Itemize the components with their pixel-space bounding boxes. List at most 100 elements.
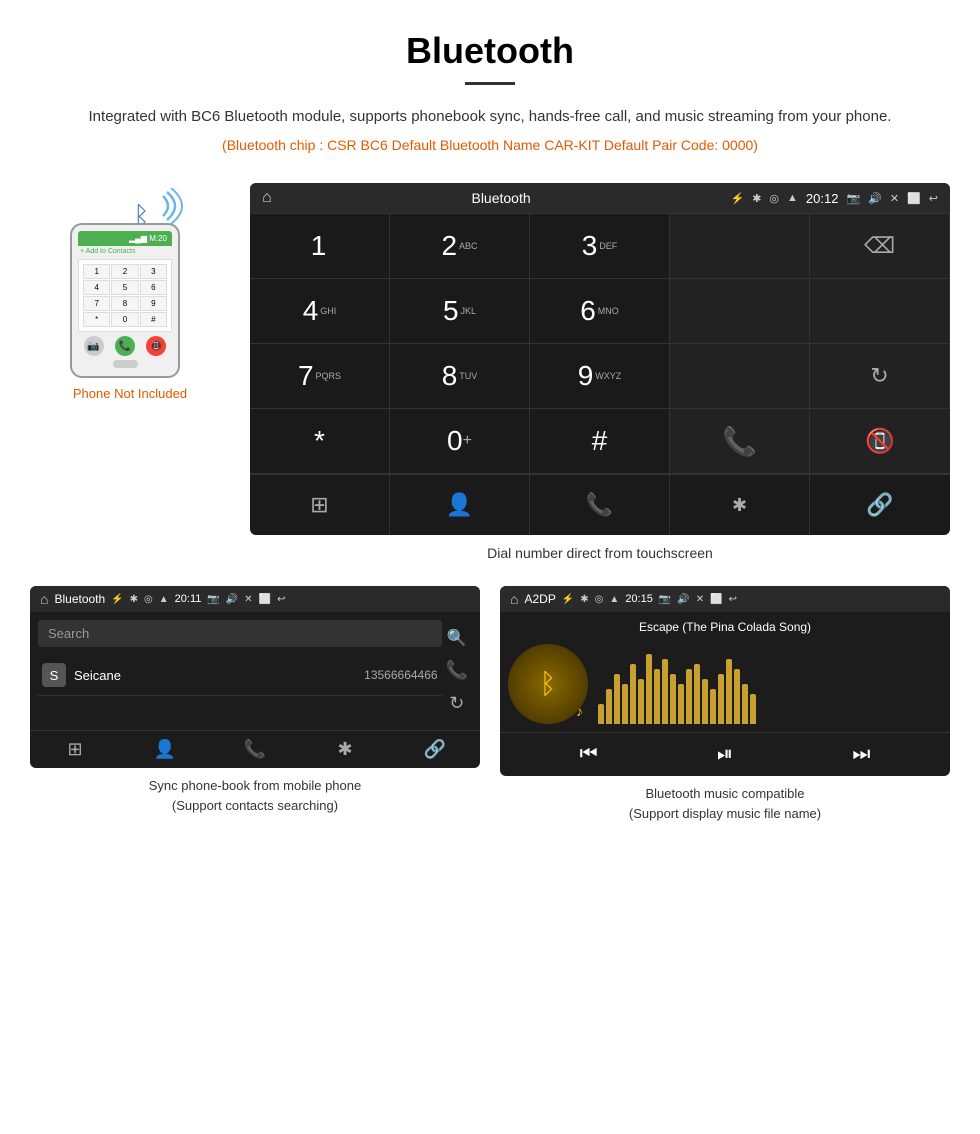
pb-bt-bottom-btn[interactable]: ✱ xyxy=(300,739,390,760)
music-time: 20:15 xyxy=(625,593,653,605)
phone-camera-btn[interactable]: 📷 xyxy=(84,336,104,356)
music-win-icon[interactable]: ⬜ xyxy=(710,594,722,605)
dial-key-3[interactable]: 3DEF xyxy=(530,214,670,279)
dial-key-8[interactable]: 8TUV xyxy=(390,344,530,409)
dial-key-2[interactable]: 2ABC xyxy=(390,214,530,279)
phone-call-btn[interactable]: 📞 xyxy=(115,336,135,356)
phone-key-0[interactable]: 0 xyxy=(111,312,138,327)
dial-contacts-btn[interactable]: 👤 xyxy=(390,475,530,535)
dial-key-0[interactable]: 0+ xyxy=(390,409,530,474)
phonebook-panel: ⌂ Bluetooth ⚡ ✱ ◎ ▲ 20:11 📷 🔊 ✕ ⬜ ↩ Sear… xyxy=(30,586,480,823)
dial-grid-btn[interactable]: ⊞ xyxy=(250,475,390,535)
phone-key-hash[interactable]: # xyxy=(140,312,167,327)
pb-x-icon[interactable]: ✕ xyxy=(244,594,252,605)
back-icon[interactable]: ↩ xyxy=(929,192,938,205)
visualizer-bar xyxy=(710,689,716,724)
dial-time: 20:12 xyxy=(806,191,839,206)
phone-signal: ▂▄▆ xyxy=(129,234,149,243)
pb-home-icon[interactable]: ⌂ xyxy=(40,591,48,607)
music-content: Escape (The Pina Colada Song) ᛒ ♪ xyxy=(500,612,950,732)
pb-grid-btn[interactable]: ⊞ xyxy=(30,739,120,760)
dial-key-4[interactable]: 4GHI xyxy=(250,279,390,344)
pb-phone-btn[interactable]: 📞 xyxy=(210,739,300,760)
dial-refresh-btn[interactable]: ↻ xyxy=(810,344,950,409)
dial-key-5[interactable]: 5JKL xyxy=(390,279,530,344)
dial-call-red-btn[interactable]: 📵 xyxy=(810,409,950,474)
phone-key-2[interactable]: 2 xyxy=(111,264,138,279)
pb-vol-icon[interactable]: 🔊 xyxy=(226,594,238,605)
dial-empty-3 xyxy=(670,344,810,409)
pb-win-icon[interactable]: ⬜ xyxy=(259,594,271,605)
home-icon[interactable]: ⌂ xyxy=(262,189,272,207)
dial-title: Bluetooth xyxy=(280,190,723,206)
phone-key-4[interactable]: 4 xyxy=(83,280,110,295)
dial-key-9[interactable]: 9WXYZ xyxy=(530,344,670,409)
visualizer-bar xyxy=(750,694,756,724)
pb-back-icon[interactable]: ↩ xyxy=(277,594,285,605)
dial-key-hash[interactable]: # xyxy=(530,409,670,474)
dial-key-1[interactable]: 1 xyxy=(250,214,390,279)
music-caption-line1: Bluetooth music compatible xyxy=(646,786,805,801)
location-icon: ◎ xyxy=(769,192,779,205)
pb-link-btn[interactable]: 🔗 xyxy=(390,739,480,760)
volume-icon[interactable]: 🔊 xyxy=(868,192,882,205)
pb-sig-icon: ▲ xyxy=(159,594,169,605)
music-x-icon[interactable]: ✕ xyxy=(696,594,704,605)
music-prev-btn[interactable]: ⏮ xyxy=(580,743,598,766)
pb-user-btn[interactable]: 👤 xyxy=(120,739,210,760)
dial-key-star[interactable]: * xyxy=(250,409,390,474)
music-next-btn[interactable]: ⏭ xyxy=(852,743,870,766)
camera-icon[interactable]: 📷 xyxy=(846,192,860,205)
phonebook-status-bar: ⌂ Bluetooth ⚡ ✱ ◎ ▲ 20:11 📷 🔊 ✕ ⬜ ↩ xyxy=(30,586,480,612)
dial-delete-btn[interactable]: ⌫ xyxy=(810,214,950,279)
music-back-icon[interactable]: ↩ xyxy=(729,594,737,605)
music-play-pause-btn[interactable]: ⏯ xyxy=(717,743,733,766)
pb-search-icon[interactable]: 🔍 xyxy=(447,628,467,648)
phone-not-included-label: Phone Not Included xyxy=(73,386,187,401)
phone-key-star[interactable]: * xyxy=(83,312,110,327)
phone-home-btn[interactable] xyxy=(113,360,138,368)
contact-avatar: S xyxy=(42,663,66,687)
dial-call-green-btn[interactable]: 📞 xyxy=(670,409,810,474)
music-note-icon: ♪ xyxy=(576,703,583,719)
pb-call-right-icon[interactable]: 📞 xyxy=(446,660,468,681)
bottom-panels: ⌂ Bluetooth ⚡ ✱ ◎ ▲ 20:11 📷 🔊 ✕ ⬜ ↩ Sear… xyxy=(0,576,980,843)
music-camera-icon[interactable]: 📷 xyxy=(659,594,671,605)
dial-key-7[interactable]: 7PQRS xyxy=(250,344,390,409)
page-header: Bluetooth Integrated with BC6 Bluetooth … xyxy=(0,0,980,173)
dial-caption: Dial number direct from touchscreen xyxy=(250,545,950,566)
dial-key-6[interactable]: 6MNO xyxy=(530,279,670,344)
dial-display xyxy=(670,214,810,279)
phone-key-6[interactable]: 6 xyxy=(140,280,167,295)
visualizer-bar xyxy=(606,689,612,724)
music-vol-icon[interactable]: 🔊 xyxy=(677,594,689,605)
phonebook-search[interactable]: Search xyxy=(38,620,442,647)
pb-refresh-right-icon[interactable]: ↻ xyxy=(449,693,464,714)
music-status-bar: ⌂ A2DP ⚡ ✱ ◎ ▲ 20:15 📷 🔊 ✕ ⬜ ↩ xyxy=(500,586,950,612)
phone-top-bar: ▂▄▆ M:20 xyxy=(78,231,172,246)
dial-link-btn[interactable]: 🔗 xyxy=(810,475,950,535)
visualizer-bar xyxy=(638,679,644,724)
phone-key-5[interactable]: 5 xyxy=(111,280,138,295)
title-divider xyxy=(465,82,515,85)
dial-status-bar: ⌂ Bluetooth ⚡ ✱ ◎ ▲ 20:12 📷 🔊 ✕ ⬜ ↩ xyxy=(250,183,950,213)
phone-key-8[interactable]: 8 xyxy=(111,296,138,311)
music-album-art: ᛒ ♪ xyxy=(508,644,588,724)
phone-key-9[interactable]: 9 xyxy=(140,296,167,311)
pb-camera-icon[interactable]: 📷 xyxy=(207,594,219,605)
phone-key-7[interactable]: 7 xyxy=(83,296,110,311)
window-icon[interactable]: ⬜ xyxy=(907,192,921,205)
phone-key-3[interactable]: 3 xyxy=(140,264,167,279)
phone-end-btn[interactable]: 📵 xyxy=(146,336,166,356)
visualizer-bar xyxy=(742,684,748,724)
music-home-icon[interactable]: ⌂ xyxy=(510,591,518,607)
phonebook-main: Search S Seicane 13566664466 🔍 📞 ↻ xyxy=(38,620,472,722)
visualizer-bar xyxy=(614,674,620,724)
close-icon[interactable]: ✕ xyxy=(890,192,899,205)
phone-key-1[interactable]: 1 xyxy=(83,264,110,279)
music-loc-icon: ◎ xyxy=(595,594,604,605)
dial-phone-btn[interactable]: 📞 xyxy=(530,475,670,535)
music-bt-symbol: ᛒ xyxy=(540,668,557,700)
dial-bt-btn[interactable]: ✱ xyxy=(670,475,810,535)
music-caption: Bluetooth music compatible (Support disp… xyxy=(500,784,950,823)
